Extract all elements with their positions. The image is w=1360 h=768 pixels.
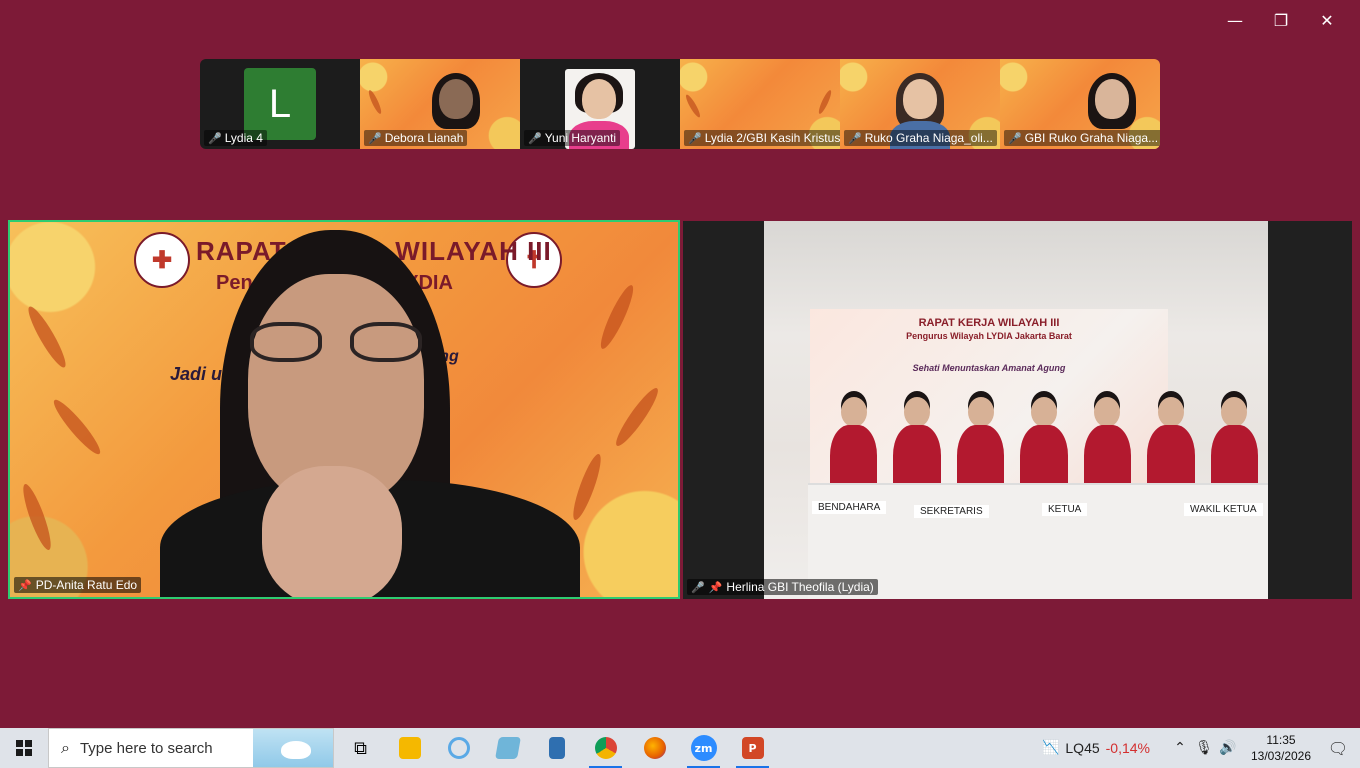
pin-icon: 📌 (708, 580, 723, 594)
participant-name: 🎤 Yuni Haryanti (524, 130, 621, 146)
microphone-icon[interactable]: 🎙 (1192, 740, 1216, 756)
stock-widget[interactable]: 📉 LQ45 -0,14% (1042, 740, 1150, 756)
participant-thumb[interactable]: 🎤 Lydia 2/GBI Kasih Kristus (680, 59, 840, 149)
system-tray: 📉 LQ45 -0,14% ⌃ 🎙 🔊 11:35 13/03/2026 🗨 (1042, 728, 1360, 768)
mic-muted-icon: 🎤 (1008, 131, 1022, 145)
mic-muted-icon: 🎤 (368, 131, 382, 145)
zoom-icon: zm (690, 735, 717, 761)
participant-thumb[interactable]: 🎤 Yuni Haryanti (520, 59, 680, 149)
cortana-icon (447, 737, 470, 759)
chevron-up-icon[interactable]: ⌃ (1168, 740, 1192, 756)
app-button[interactable] (483, 728, 532, 768)
placard: WAKIL KETUA (1184, 503, 1263, 516)
cortana-button[interactable] (434, 728, 483, 768)
church-logo: ✚ (134, 232, 190, 288)
windows-icon (16, 740, 32, 756)
participant-thumb[interactable]: 🎤 Ruko Graha Niaga_oli... (840, 59, 1000, 149)
calculator-icon (548, 737, 565, 759)
speaker-video (160, 230, 580, 597)
placard: BENDAHARA (812, 501, 887, 514)
participant-thumb[interactable]: L 🎤 Lydia 4 (200, 59, 360, 149)
room-video: RAPAT KERJA WILAYAH III Pengurus Wilayah… (764, 221, 1268, 599)
firefox-button[interactable] (630, 728, 679, 768)
participant-name: 📌 PD-Anita Ratu Edo (14, 577, 142, 593)
firefox-icon (643, 737, 666, 759)
clock-time: 11:35 (1266, 733, 1296, 747)
restore-button[interactable]: ❐ (1258, 8, 1304, 32)
calculator-button[interactable] (532, 728, 581, 768)
search-highlight-image (253, 729, 333, 767)
pin-icon: 📌 (18, 578, 32, 592)
participant-name: 🎤 📌 Herlina GBI Theofila (Lydia) (687, 579, 878, 595)
taskbar-search[interactable]: ⌕ Type here to search (48, 728, 334, 768)
stock-change: -0,14% (1105, 740, 1150, 756)
mic-muted-icon: 🎤 (528, 131, 542, 145)
minimize-button[interactable]: — (1212, 8, 1258, 32)
participant-gallery: L 🎤 Lydia 4 🎤 Debora Lianah 🎤 Yuni Haryanti… (200, 59, 1160, 149)
clock-date: 13/03/2026 (1250, 749, 1312, 763)
participant-name: 🎤 Ruko Graha Niaga_oli... (844, 130, 997, 146)
mic-muted-icon: 🎤 (688, 131, 702, 145)
mic-muted-icon: 🎤 (208, 131, 222, 145)
chrome-button[interactable] (581, 728, 630, 768)
start-button[interactable] (0, 728, 48, 768)
mic-muted-icon: 🎤 (848, 131, 862, 145)
participant-thumb[interactable]: 🎤 Debora Lianah (360, 59, 520, 149)
video-tile[interactable]: RAPAT KERJA WILAYAH III Pengurus Wilayah… (683, 221, 1352, 599)
chrome-icon (594, 737, 617, 759)
notification-icon[interactable]: 🗨 (1316, 739, 1360, 758)
participant-name: 🎤 Lydia 4 (204, 130, 267, 146)
taskbar: ⌕ Type here to search ⧉ zm P 📉 LQ45 -0,1… (0, 728, 1360, 768)
stock-down-icon: 📉 (1041, 740, 1060, 756)
participant-name: 🎤 Debora Lianah (364, 130, 468, 146)
clock[interactable]: 11:35 13/03/2026 (1246, 732, 1316, 764)
zoom-button[interactable]: zm (679, 728, 728, 768)
folder-icon (398, 737, 421, 759)
search-icon: ⌕ (61, 738, 70, 757)
task-view-icon: ⧉ (354, 737, 367, 759)
video-tile-active-speaker[interactable]: ✚ ✝ RAPAT KERJA WILAYAH III Pengurus Wil… (8, 220, 680, 599)
file-explorer-button[interactable] (385, 728, 434, 768)
close-button[interactable]: ✕ (1304, 8, 1350, 32)
participant-thumb[interactable]: 🎤 GBI Ruko Graha Niaga... (1000, 59, 1160, 149)
powerpoint-icon: P (741, 737, 764, 759)
stock-name: LQ45 (1065, 740, 1100, 756)
participant-name: 🎤 Lydia 2/GBI Kasih Kristus (684, 130, 840, 146)
mic-muted-icon: 🎤 (691, 580, 705, 594)
task-view-button[interactable]: ⧉ (336, 728, 385, 768)
volume-icon[interactable]: 🔊 (1216, 740, 1240, 756)
window-controls: — ❐ ✕ (1212, 8, 1350, 32)
app-icon (494, 737, 521, 759)
participant-name: 🎤 GBI Ruko Graha Niaga... (1004, 130, 1160, 146)
powerpoint-button[interactable]: P (728, 728, 777, 768)
placard: SEKRETARIS (914, 505, 989, 518)
placard: KETUA (1042, 503, 1088, 516)
search-placeholder: Type here to search (79, 739, 213, 757)
